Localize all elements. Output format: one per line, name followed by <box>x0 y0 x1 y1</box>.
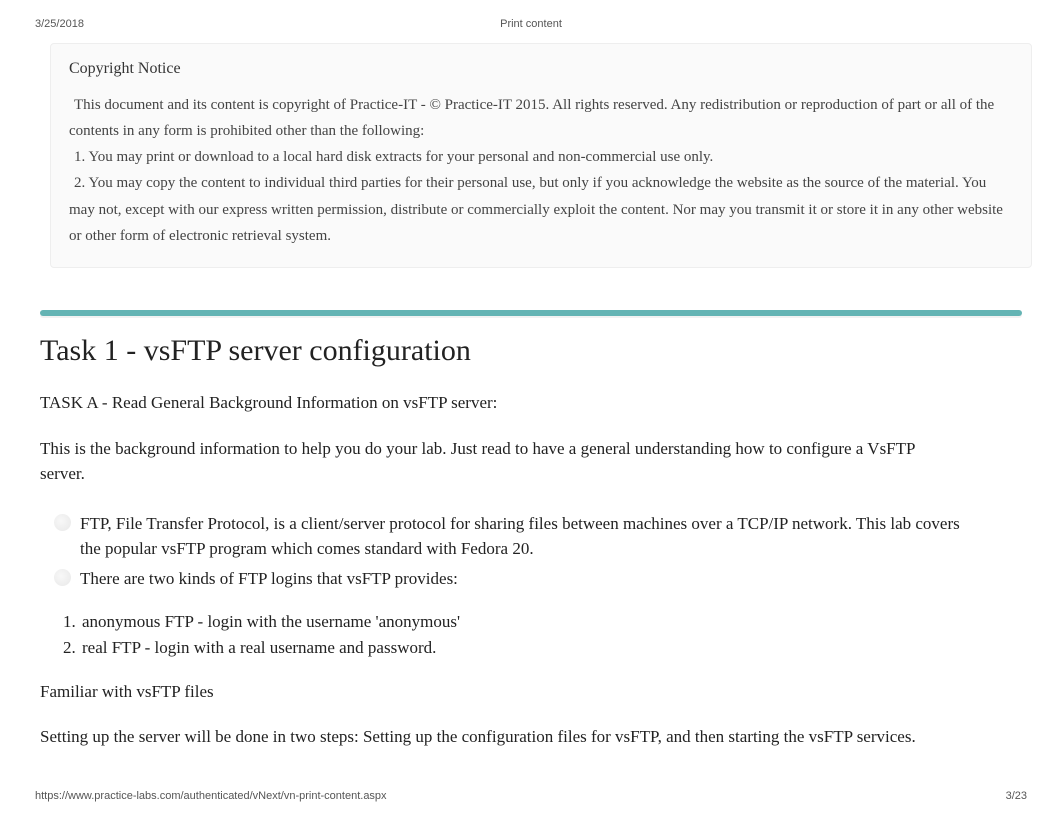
setup-paragraph: Setting up the server will be done in tw… <box>40 724 920 750</box>
numbered-list: anonymous FTP - login with the username … <box>80 609 1022 660</box>
print-header: 3/25/2018 Print content <box>0 0 1062 38</box>
main-content: Task 1 - vsFTP server configuration TASK… <box>0 334 1062 750</box>
task-heading: Task 1 - vsFTP server configuration <box>40 334 1022 368</box>
intro-paragraph: This is the background information to he… <box>40 436 920 487</box>
copyright-item-2: 2. You may copy the content to individua… <box>69 170 1013 249</box>
footer-url: https://www.practice-labs.com/authentica… <box>35 790 387 802</box>
header-title: Print content <box>500 18 562 30</box>
copyright-notice-box: Copyright Notice This document and its c… <box>50 43 1032 268</box>
copyright-heading: Copyright Notice <box>69 56 1013 82</box>
copyright-intro: This document and its content is copyrig… <box>69 92 1013 145</box>
list-item: real FTP - login with a real username an… <box>80 635 1022 661</box>
copyright-item-1: 1. You may print or download to a local … <box>69 144 1013 170</box>
familiar-files-label: Familiar with vsFTP files <box>40 682 1022 702</box>
bullet-list: FTP, File Transfer Protocol, is a client… <box>50 511 1022 592</box>
header-date: 3/25/2018 <box>35 18 84 30</box>
list-item: anonymous FTP - login with the username … <box>80 609 1022 635</box>
bullet-item: FTP, File Transfer Protocol, is a client… <box>50 511 970 562</box>
bullet-item: There are two kinds of FTP logins that v… <box>50 566 970 592</box>
section-divider <box>40 310 1022 316</box>
task-a-label: TASK A - Read General Background Informa… <box>40 390 1022 416</box>
footer-page-number: 3/23 <box>1006 790 1027 802</box>
print-footer: https://www.practice-labs.com/authentica… <box>0 790 1062 802</box>
